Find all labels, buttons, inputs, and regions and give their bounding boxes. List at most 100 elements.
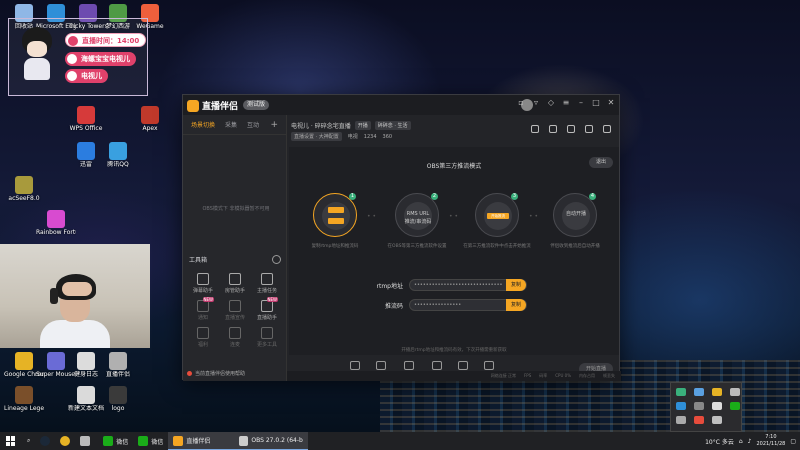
tab-scenes[interactable]: 场景切换 bbox=[191, 120, 215, 129]
store-icon[interactable] bbox=[531, 125, 539, 133]
toolbox-title: 工具箱 bbox=[189, 257, 208, 264]
copy-rtmp-button[interactable]: 复制 bbox=[506, 279, 526, 291]
tray-icon-display[interactable] bbox=[730, 388, 740, 396]
desktop-icon[interactable]: 迅雷 bbox=[66, 142, 106, 168]
network-icon[interactable]: ⌂ bbox=[739, 438, 743, 445]
step-description: 在第三方推流软件中点击开始推流 bbox=[463, 244, 531, 249]
tool-icon bbox=[261, 327, 273, 339]
tool-item[interactable]: 直播宣传 bbox=[219, 300, 251, 321]
volume-icon[interactable]: ♪ bbox=[748, 438, 752, 445]
bell-icon[interactable] bbox=[585, 125, 593, 133]
tool-item[interactable]: NEW 通知 bbox=[187, 297, 219, 321]
tool-item[interactable]: 福利 bbox=[187, 327, 219, 348]
key-label: 推流码 bbox=[384, 302, 403, 310]
record-icon[interactable] bbox=[549, 125, 557, 133]
search-icon[interactable]: ⌕ bbox=[22, 432, 35, 450]
lock-icon[interactable] bbox=[567, 125, 575, 133]
taskbar-app-label: 微信 bbox=[151, 438, 164, 446]
steam-icon[interactable] bbox=[35, 432, 55, 450]
rtmp-field[interactable]: •••••••••••••••••••••••••••••• 复制 bbox=[409, 279, 527, 291]
app-title: 直播伴侣 bbox=[202, 102, 239, 112]
live-tag[interactable]: 开播 bbox=[354, 121, 371, 130]
desktop-icon[interactable]: logo bbox=[98, 386, 138, 412]
windows-start-icon[interactable] bbox=[6, 436, 16, 446]
toolbox-settings-icon[interactable] bbox=[272, 255, 281, 264]
tool-item[interactable]: 房管助手 bbox=[219, 273, 251, 294]
tool-item[interactable]: NEW 直播助手 bbox=[251, 297, 283, 321]
share-icon[interactable] bbox=[603, 125, 611, 133]
taskbar-app[interactable] bbox=[75, 432, 98, 450]
desktop-icon[interactable]: Apex bbox=[130, 106, 170, 132]
tray-icon-volume[interactable] bbox=[676, 416, 686, 424]
step-circle: 1 bbox=[313, 193, 357, 237]
tool-icon bbox=[261, 273, 273, 285]
category-tag[interactable]: 碎碎念 · 生活 bbox=[374, 121, 411, 130]
tray-icon-usb[interactable] bbox=[712, 402, 722, 410]
step-arrow-icon: • • bbox=[529, 213, 538, 220]
mode-title: OBS第三方推流模式 bbox=[426, 163, 482, 170]
left-panel: 场景切换 采集 互动 + OBS模式下 非模拟器暂不可用 工具箱 弹幕助手 房管助… bbox=[183, 115, 287, 381]
taskbar-app[interactable]: 微信 bbox=[133, 432, 168, 450]
tray-icon-bluetooth[interactable] bbox=[694, 388, 704, 396]
message-icon[interactable]: ▫ bbox=[517, 99, 525, 107]
desktop-icon[interactable]: acSeeF8.0 bbox=[4, 176, 44, 202]
tray-icon-misc[interactable] bbox=[712, 416, 722, 424]
tool-label: 主播任务 bbox=[256, 288, 277, 294]
copy-key-button[interactable]: 复制 bbox=[506, 299, 526, 311]
status-item: 帧丢失 bbox=[603, 373, 615, 378]
status-bar: 网络连接 正常 FPS 码率 CPU 0% 内存占用 帧丢失 bbox=[287, 371, 621, 381]
tool-label: 房管助手 bbox=[224, 288, 245, 294]
menu-icon[interactable]: ≡ bbox=[562, 99, 570, 107]
live-settings[interactable]: 直播设置 · 大神配置 bbox=[291, 132, 342, 141]
stream-hint: 开播后rtmp地址和推流码有效，下次开播需重新获取 bbox=[401, 348, 507, 353]
taskbar-app[interactable]: OBS 27.0.2 (64-bit) bbox=[234, 432, 309, 450]
desktop-icon[interactable]: Lineage Legendary bbox=[4, 386, 44, 412]
tool-label: 更多工具 bbox=[256, 342, 277, 348]
tool-icon bbox=[229, 273, 241, 285]
anime-avatar bbox=[19, 27, 55, 85]
tray-icon-wechat[interactable] bbox=[676, 388, 686, 396]
taskbar-app[interactable]: 微信 bbox=[98, 432, 133, 450]
stream-key-field[interactable]: •••••••••••••••• 复制 bbox=[409, 299, 527, 311]
tool-item[interactable]: 更多工具 bbox=[251, 327, 283, 348]
version-badge[interactable]: 测试版 bbox=[243, 100, 270, 110]
desktop-icon[interactable]: 直播伴侣 bbox=[98, 352, 138, 378]
toolbar-icon bbox=[458, 361, 468, 370]
live-time-label: 直播时间：14:00 bbox=[82, 37, 140, 45]
tray-icon-qq[interactable] bbox=[676, 402, 686, 410]
tab-capture[interactable]: 采集 bbox=[225, 120, 237, 129]
logo-icon bbox=[187, 99, 199, 112]
tool-item[interactable]: 弹幕助手 bbox=[187, 273, 219, 294]
help-link[interactable]: 当前直播伴侣使用帮助 bbox=[187, 370, 245, 377]
weather-status[interactable]: 10°C 多云 bbox=[705, 437, 734, 446]
add-scene-icon[interactable]: + bbox=[270, 120, 278, 130]
obs-mode-stage: OBS第三方推流模式 退出 1 复制rtmp地址和推流码 • • 2 RMS URL 推… bbox=[289, 147, 619, 355]
tray-icon-app[interactable] bbox=[712, 388, 722, 396]
tool-item[interactable]: 主播任务 bbox=[251, 273, 283, 294]
step-inner: RMS URL 推流/串流码 bbox=[404, 202, 432, 230]
minimize-icon[interactable]: – bbox=[577, 99, 585, 107]
clock[interactable]: 7:10 2021/11/28 bbox=[757, 434, 786, 448]
taskbar-app-icon bbox=[173, 435, 184, 446]
exit-button[interactable]: 退出 bbox=[589, 157, 613, 168]
chrome-icon[interactable] bbox=[55, 432, 75, 450]
taskbar-app[interactable]: 直播伴侣 bbox=[168, 432, 235, 450]
skin-icon[interactable]: ◇ bbox=[547, 99, 555, 107]
step-mini-button bbox=[328, 207, 344, 213]
tray-icon-wechat2[interactable] bbox=[730, 402, 740, 410]
maximize-icon[interactable]: □ bbox=[592, 99, 600, 107]
tool-label: 直播宣传 bbox=[224, 315, 245, 321]
notification-icon[interactable]: ▢ bbox=[790, 438, 796, 445]
desktop-icon[interactable]: Rainbow Fortune bbox=[36, 210, 76, 236]
taskbar-app-icon bbox=[239, 435, 249, 446]
tray-icon-alert[interactable] bbox=[694, 416, 704, 424]
step-circle: 4 自动开播 bbox=[553, 193, 597, 237]
desktop-icon[interactable]: WPS Office bbox=[66, 106, 106, 132]
tab-interact[interactable]: 互动 bbox=[247, 120, 259, 129]
tray-icon-input[interactable] bbox=[694, 402, 704, 410]
gift-icon[interactable]: ▿ bbox=[532, 99, 540, 107]
desktop-icon-label: Apex bbox=[142, 125, 158, 132]
tool-item[interactable]: 连麦 bbox=[219, 327, 251, 348]
taskbar: ⌕ 微信 微信 直播伴侣 OBS 27.0.2 (64-bit) 10°C 多云 ⌂ … bbox=[0, 432, 800, 450]
close-icon[interactable]: ✕ bbox=[607, 99, 615, 107]
